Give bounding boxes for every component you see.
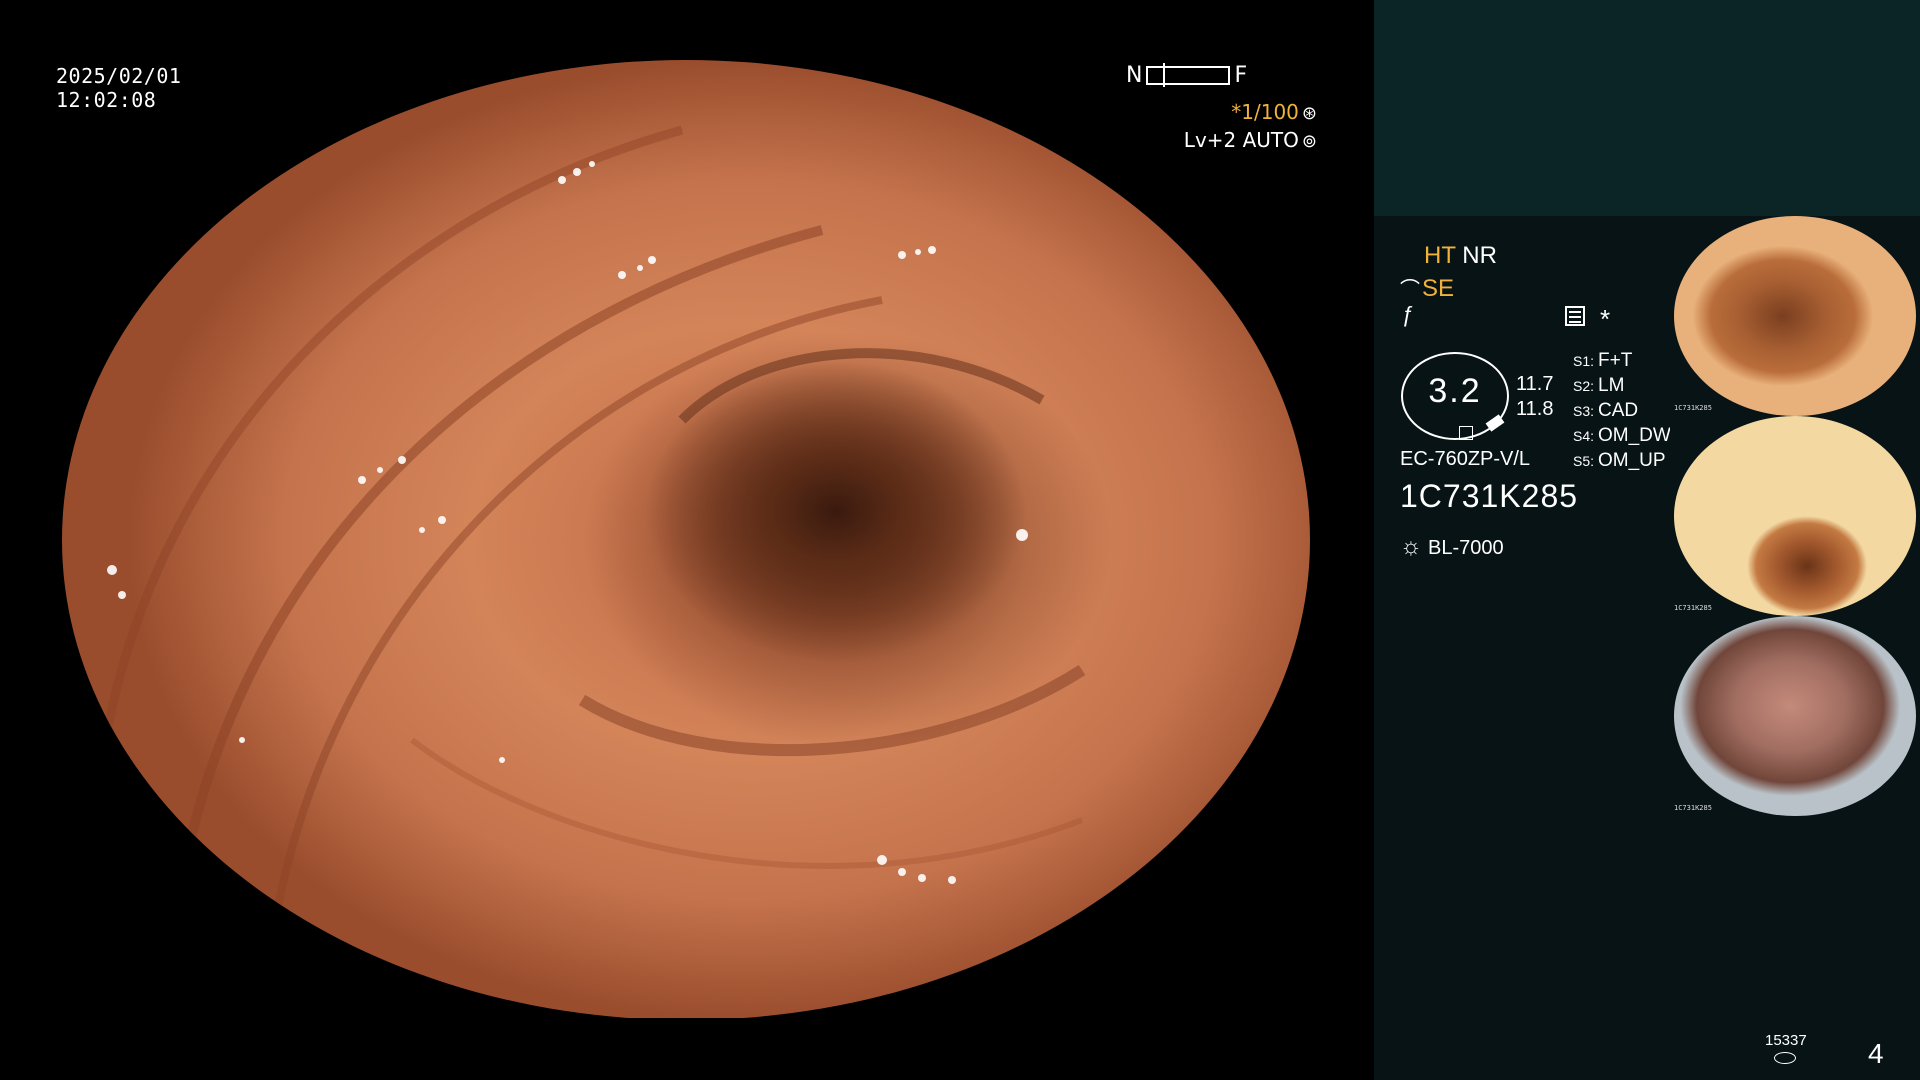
reading-2: 11.8	[1516, 398, 1554, 420]
iris-icon: ⊚	[1301, 131, 1317, 152]
near-far-scale: N F	[1126, 63, 1247, 88]
image-count: 15337	[1765, 1032, 1807, 1049]
sun-icon: ☼	[1400, 533, 1422, 560]
shutter-speed: *1/100 ⊛	[1231, 100, 1317, 124]
settings-list: S1: F+T S2: LM S3: CAD S4: OM_DW S5: OM_UP	[1566, 350, 1671, 475]
thumbnail-image	[1674, 416, 1916, 616]
scope-model: EC-760ZP-V/L	[1400, 448, 1531, 470]
reading-1: 11.7	[1516, 373, 1554, 395]
capture-thumbnail[interactable]: 1C731K285	[1670, 216, 1920, 416]
setting-row: S2: LM	[1566, 375, 1671, 400]
setting-value: LM	[1598, 375, 1625, 396]
setting-key: S2:	[1572, 378, 1594, 394]
top-border	[0, 0, 1374, 60]
date-label: 2025/02/01	[56, 64, 182, 88]
info-panel-header	[1374, 0, 1920, 216]
brightness-level: Lv+2 AUTO ⊚	[1184, 128, 1317, 152]
thumbnail-label: 1C731K285	[1674, 804, 1712, 812]
setting-key: S5:	[1572, 453, 1594, 469]
ht-nr-status: HT NR	[1424, 242, 1497, 270]
scale-bar	[1146, 63, 1231, 87]
se-label: SE	[1422, 275, 1455, 302]
se-icon: ⌒	[1400, 279, 1420, 301]
scale-far-label: F	[1234, 63, 1248, 88]
setting-value: OM_DW	[1598, 425, 1671, 446]
endoscopic-image	[62, 60, 1310, 1020]
aperture-icon: ⊛	[1301, 103, 1317, 124]
thumbnail-label: 1C731K285	[1674, 604, 1712, 612]
level-value: Lv+2 AUTO	[1183, 128, 1299, 152]
capture-thumbnail[interactable]: 1C731K285	[1670, 616, 1920, 816]
setting-key: S3:	[1572, 403, 1594, 419]
star-indicator: *	[1600, 304, 1611, 334]
page-number: 4	[1868, 1038, 1884, 1069]
mucosa-folds	[97, 125, 1086, 941]
magnification-value: 3.2	[1428, 372, 1482, 410]
scale-near-label: N	[1126, 63, 1143, 88]
scope-serial: 1C731K285	[1400, 478, 1579, 514]
setting-value: OM_UP	[1598, 450, 1666, 471]
nr-label: NR	[1462, 242, 1497, 269]
light-source: ☼ BL-7000	[1400, 533, 1504, 561]
f-icon: ƒ	[1402, 302, 1415, 327]
magnification-badge: 3.2	[1401, 352, 1509, 440]
menu-icon	[1565, 306, 1585, 326]
setting-row: S3: CAD	[1566, 400, 1671, 425]
se-status: ⌒SE	[1400, 273, 1454, 303]
setting-row: S1: F+T	[1566, 350, 1671, 375]
setting-key: S1:	[1572, 353, 1594, 369]
bottom-border	[0, 1018, 1374, 1080]
setting-row: S4: OM_DW	[1566, 425, 1671, 450]
setting-key: S4:	[1572, 428, 1594, 444]
thumbnail-image	[1674, 216, 1916, 416]
capture-thumbnail[interactable]: 1C731K285	[1670, 416, 1920, 616]
storage-icon	[1774, 1052, 1796, 1064]
light-source-label: BL-7000	[1428, 537, 1504, 559]
thumbnail-image	[1674, 616, 1916, 816]
setting-value: F+T	[1598, 350, 1633, 371]
shutter-value: *1/100	[1231, 100, 1299, 124]
time-label: 12:02:08	[56, 88, 157, 112]
ht-label: HT	[1424, 242, 1456, 269]
setting-value: CAD	[1598, 400, 1639, 421]
setting-row: S5: OM_UP	[1566, 450, 1671, 475]
badge-square-icon	[1459, 426, 1473, 440]
thumbnail-label: 1C731K285	[1674, 404, 1712, 412]
